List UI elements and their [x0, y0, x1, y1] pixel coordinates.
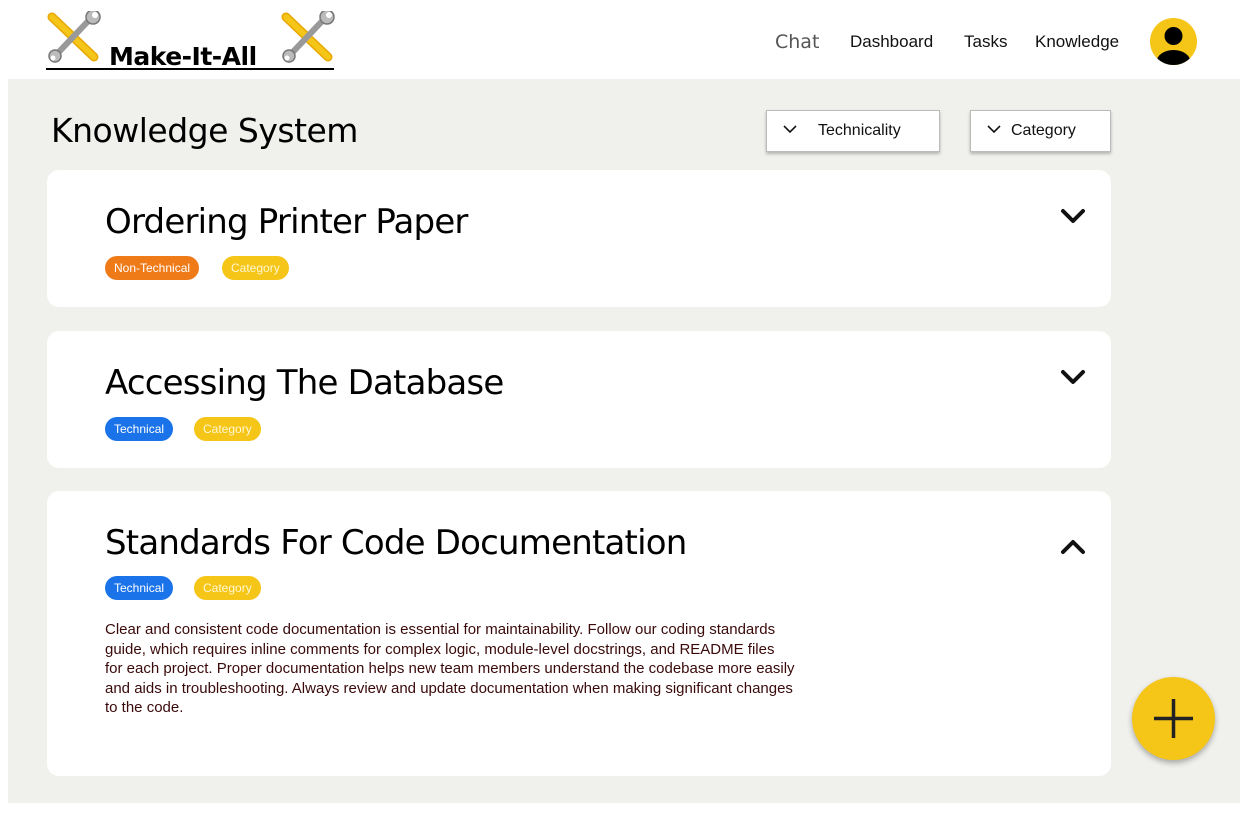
- article-title: Accessing The Database: [105, 363, 504, 403]
- category-tag: Category: [194, 576, 261, 600]
- article-title: Ordering Printer Paper: [105, 202, 468, 242]
- chevron-down-icon: [987, 125, 1001, 134]
- article-title: Standards For Code Documentation: [105, 523, 687, 563]
- technicality-tag: Non-Technical: [105, 256, 200, 280]
- nav-tasks[interactable]: Tasks: [964, 32, 1007, 52]
- knowledge-article-card-expanded[interactable]: Standards For Code Documentation Technic…: [47, 491, 1111, 776]
- category-filter-label: Category: [1011, 122, 1076, 139]
- app-frame: Make-It-All Chat Dashboard Tasks Knowled…: [8, 3, 1240, 803]
- chevron-up-icon[interactable]: [1059, 537, 1087, 557]
- chevron-down-icon: [783, 125, 797, 134]
- nav-chat[interactable]: Chat: [775, 31, 819, 53]
- technicality-tag: Technical: [105, 576, 174, 600]
- knowledge-article-card[interactable]: Ordering Printer Paper Non-Technical Cat…: [47, 170, 1111, 307]
- top-header: Make-It-All Chat Dashboard Tasks Knowled…: [8, 3, 1240, 79]
- person-icon: [1156, 27, 1191, 65]
- user-avatar-icon[interactable]: [1150, 18, 1197, 65]
- knowledge-article-card[interactable]: Accessing The Database Technical Categor…: [47, 331, 1111, 468]
- add-article-button[interactable]: [1132, 677, 1215, 760]
- nav-dashboard[interactable]: Dashboard: [850, 32, 933, 52]
- chevron-down-icon[interactable]: [1059, 206, 1087, 226]
- logo-underline: [46, 68, 334, 70]
- technicality-filter-label: Technicality: [818, 122, 901, 139]
- chevron-down-icon[interactable]: [1059, 367, 1087, 387]
- plus-icon: [1154, 699, 1193, 738]
- article-body: Clear and consistent code documentation …: [105, 621, 795, 716]
- category-filter-dropdown[interactable]: Category: [970, 110, 1111, 152]
- logo-text: Make-It-All: [109, 42, 257, 71]
- wrench-screwdriver-icon-right: [281, 11, 335, 63]
- logo[interactable]: Make-It-All: [46, 11, 336, 73]
- technicality-filter-dropdown[interactable]: Technicality: [766, 110, 940, 152]
- category-tag: Category: [194, 417, 261, 441]
- wrench-screwdriver-icon-left: [47, 11, 101, 63]
- category-tag: Category: [222, 256, 289, 280]
- technicality-tag: Technical: [105, 417, 174, 441]
- nav-knowledge[interactable]: Knowledge: [1035, 32, 1119, 52]
- page-title: Knowledge System: [51, 111, 358, 150]
